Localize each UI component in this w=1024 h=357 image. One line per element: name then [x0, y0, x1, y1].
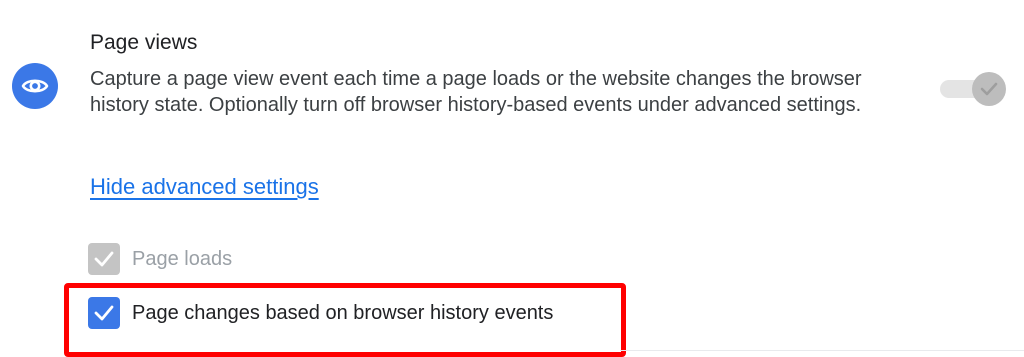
check-icon — [980, 82, 998, 96]
history-events-checkbox[interactable] — [88, 297, 120, 329]
page-loads-label: Page loads — [132, 247, 233, 270]
history-events-option: Page changes based on browser history ev… — [88, 297, 553, 329]
hide-advanced-settings-link[interactable]: Hide advanced settings — [90, 174, 319, 200]
section-title: Page views — [90, 31, 198, 54]
check-icon — [94, 251, 114, 267]
check-icon — [94, 305, 114, 321]
divider — [620, 350, 1024, 351]
history-events-label: Page changes based on browser history ev… — [132, 301, 554, 324]
page-loads-option: Page loads — [88, 243, 232, 275]
eye-icon — [12, 63, 58, 109]
section-description: Capture a page view event each time a pa… — [90, 68, 862, 116]
page-views-toggle[interactable] — [940, 72, 1006, 106]
page-loads-checkbox[interactable] — [88, 243, 120, 275]
toggle-thumb — [972, 72, 1006, 106]
